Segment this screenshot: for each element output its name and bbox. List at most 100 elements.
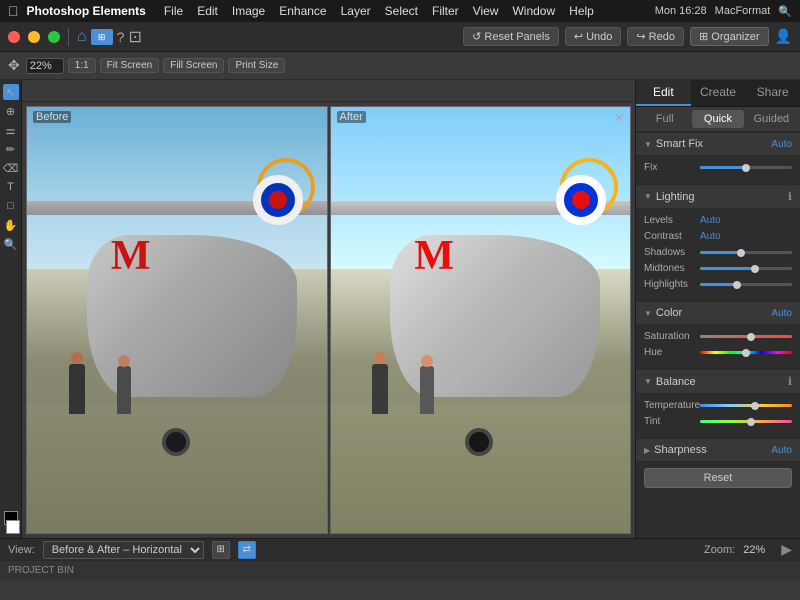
lighting-section: ▼ Lighting ℹ Levels Auto Contrast Auto S… [636, 184, 800, 301]
subtab-full[interactable]: Full [639, 110, 690, 128]
tab-create[interactable]: Create [691, 80, 746, 106]
lighting-header[interactable]: ▼ Lighting ℹ [636, 184, 800, 209]
grid-icon[interactable]: ⊞ [91, 29, 113, 45]
move-icon[interactable]: ✥ [8, 57, 20, 74]
zoom-input[interactable] [26, 58, 64, 74]
tab-share[interactable]: Share [745, 80, 800, 106]
subtab-quick[interactable]: Quick [692, 110, 743, 128]
levels-auto[interactable]: Auto [700, 215, 721, 226]
fix-slider-row: Fix [644, 162, 792, 173]
before-photo-bg: M [27, 107, 327, 533]
subtab-guided[interactable]: Guided [746, 110, 797, 128]
menu-image[interactable]: Image [226, 2, 271, 20]
shadows-track[interactable] [700, 251, 792, 254]
fit-screen-button[interactable]: Fit Screen [100, 58, 160, 73]
wheel-before [162, 428, 190, 456]
hue-thumb[interactable] [742, 349, 750, 357]
compare-icon[interactable]: ⊞ [212, 541, 230, 559]
menu-edit[interactable]: Edit [191, 2, 224, 20]
zoom-label: Zoom: [704, 544, 735, 556]
crop-tool[interactable]: ⊕ [3, 103, 19, 119]
menu-file[interactable]: File [158, 2, 189, 20]
layout-icon[interactable]: ⊡ [128, 27, 141, 47]
redo-button[interactable]: ↪ Redo [627, 27, 684, 46]
background-color[interactable] [6, 520, 20, 534]
menu-view[interactable]: View [467, 2, 505, 20]
home-icon[interactable]: ⌂ [77, 28, 87, 46]
hand-tool[interactable]: ✋ [3, 217, 19, 233]
menu-help[interactable]: Help [563, 2, 600, 20]
figure2-body-before [117, 366, 131, 414]
hue-track[interactable] [700, 351, 792, 354]
midtones-fill [700, 267, 755, 270]
after-label: After [337, 111, 366, 123]
type-tool[interactable]: T [3, 179, 19, 195]
color-section: ▼ Color Auto Saturation Hue [636, 301, 800, 369]
balance-header[interactable]: ▼ Balance ℹ [636, 369, 800, 394]
sharpness-section: ▶ Sharpness Auto [636, 438, 800, 462]
tint-thumb[interactable] [747, 418, 755, 426]
fix-slider-track[interactable] [700, 166, 792, 169]
figure-head-after [374, 352, 386, 364]
before-panel: Before M [26, 106, 328, 534]
shadows-label: Shadows [644, 247, 696, 258]
tint-track[interactable] [700, 420, 792, 423]
temperature-track[interactable] [700, 404, 792, 407]
menu-layer[interactable]: Layer [335, 2, 377, 20]
temperature-thumb[interactable] [751, 402, 759, 410]
highlights-thumb[interactable] [733, 281, 741, 289]
view-select[interactable]: Before & After – Horizontal Before Only … [43, 541, 204, 559]
midtones-track[interactable] [700, 267, 792, 270]
brush-tool[interactable]: ✏ [3, 141, 19, 157]
contrast-auto[interactable]: Auto [700, 231, 721, 242]
close-button[interactable] [8, 31, 20, 43]
person-icon[interactable]: 👤 [775, 28, 792, 45]
reset-button[interactable]: Reset [644, 468, 792, 488]
apple-menu[interactable]:  [8, 3, 19, 19]
saturation-thumb[interactable] [747, 333, 755, 341]
hue-label: Hue [644, 347, 696, 358]
print-size-button[interactable]: Print Size [228, 58, 285, 73]
smart-fix-content: Fix [636, 156, 800, 184]
highlights-track[interactable] [700, 283, 792, 286]
undo-button[interactable]: ↩ Undo [565, 27, 622, 46]
figure-head-before [71, 352, 83, 364]
saturation-track[interactable] [700, 335, 792, 338]
after-panel: After ✕ M [330, 106, 632, 534]
menu-enhance[interactable]: Enhance [273, 2, 332, 20]
search-icon[interactable]: 🔍 [778, 5, 792, 18]
eyedropper-tool[interactable]: ⚌ [3, 122, 19, 138]
midtones-thumb[interactable] [751, 265, 759, 273]
fix-slider-fill [700, 166, 746, 169]
zoom-value: 22% [743, 544, 765, 556]
menu-select[interactable]: Select [379, 2, 424, 20]
menu-window[interactable]: Window [506, 2, 561, 20]
minimize-button[interactable] [28, 31, 40, 43]
color-auto[interactable]: Auto [771, 308, 792, 319]
reset-panels-button[interactable]: ↺ Reset Panels [463, 27, 559, 46]
maximize-button[interactable] [48, 31, 60, 43]
help-icon[interactable]: ? [117, 29, 125, 45]
roundel-center-after [572, 191, 590, 209]
swap-icon[interactable]: ⇄ [238, 541, 256, 559]
organizer-button[interactable]: ⊞ Organizer [690, 27, 769, 46]
temperature-row: Temperature [644, 400, 792, 411]
shape-tool[interactable]: □ [3, 198, 19, 214]
menu-filter[interactable]: Filter [426, 2, 465, 20]
smart-fix-auto[interactable]: Auto [771, 139, 792, 150]
pointer-tool[interactable]: ↖ [3, 84, 19, 100]
tab-edit[interactable]: Edit [636, 80, 691, 106]
after-close-button[interactable]: ✕ [614, 111, 624, 125]
eraser-tool[interactable]: ⌫ [3, 160, 19, 176]
zoom-tool[interactable]: 🔍 [3, 236, 19, 252]
shadows-thumb[interactable] [737, 249, 745, 257]
balance-title: ▼ Balance [644, 376, 696, 388]
fill-screen-button[interactable]: Fill Screen [163, 58, 224, 73]
sharpness-auto[interactable]: Auto [771, 445, 792, 456]
bottom-collapse-icon[interactable]: ▶ [781, 541, 792, 558]
smart-fix-header[interactable]: ▼ Smart Fix Auto [636, 132, 800, 156]
fix-slider-thumb[interactable] [742, 164, 750, 172]
color-header[interactable]: ▼ Color Auto [636, 301, 800, 325]
sharpness-header[interactable]: ▶ Sharpness Auto [636, 438, 800, 462]
ratio-button[interactable]: 1:1 [68, 58, 96, 73]
